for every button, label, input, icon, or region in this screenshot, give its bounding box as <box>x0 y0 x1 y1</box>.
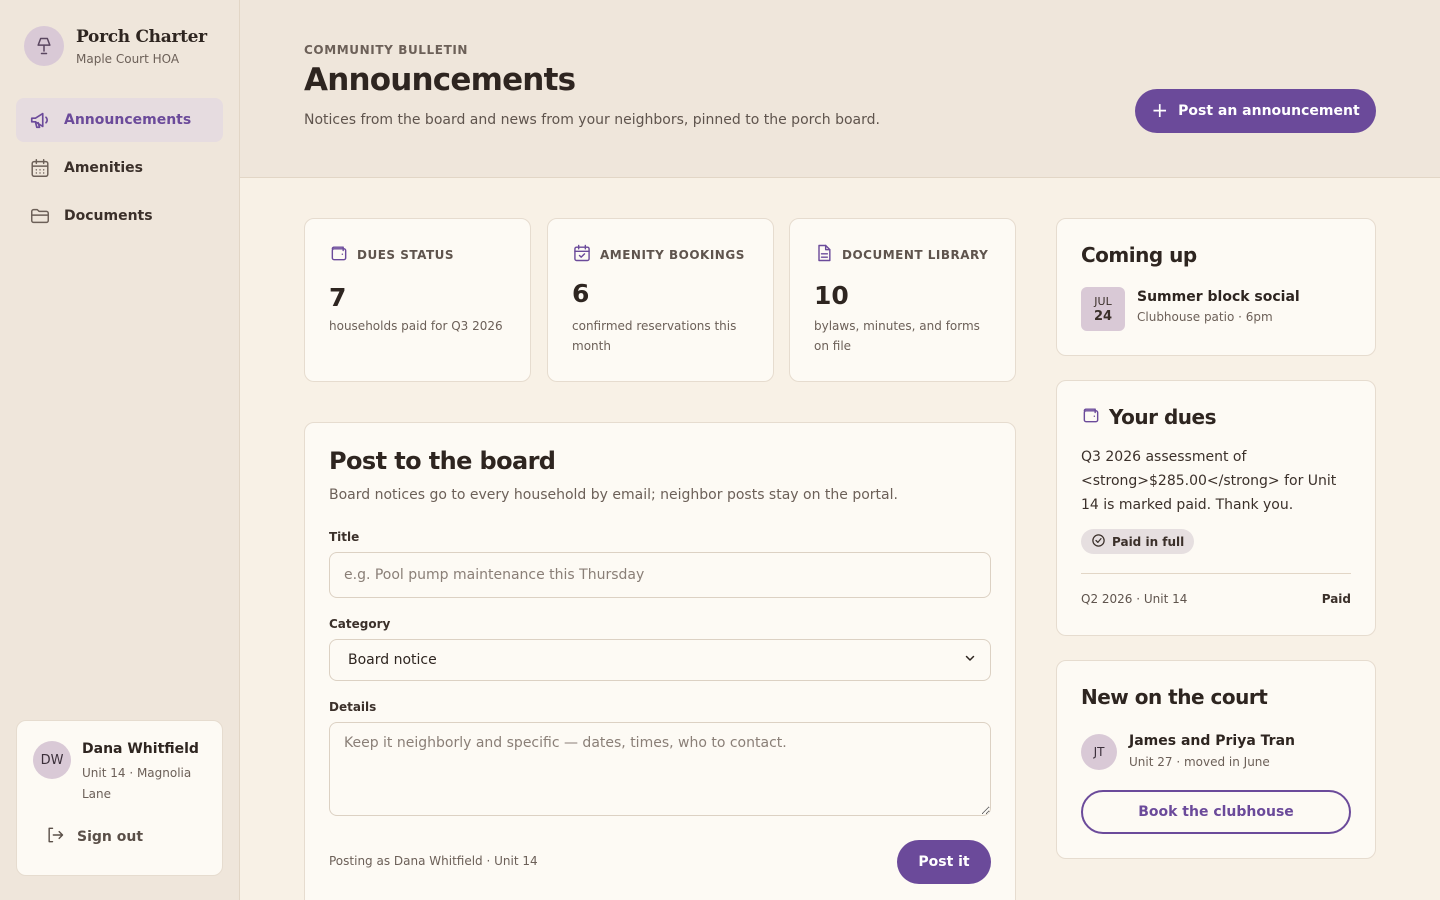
event-day: 24 <box>1093 308 1113 324</box>
post-announcement-label: Post an announcement <box>1178 103 1360 119</box>
calendar-check-icon <box>572 243 592 267</box>
stat-value: 10 <box>814 281 849 310</box>
stat-card-document-library: DOCUMENT LIBRARY 10 bylaws, minutes, and… <box>789 218 1016 382</box>
stat-label: AMENITY BOOKINGS <box>600 248 745 262</box>
user-unit: Unit 14 · Magnolia Lane <box>82 766 192 801</box>
stat-label: DOCUMENT LIBRARY <box>842 248 989 262</box>
sidebar-item-label: Documents <box>64 208 153 224</box>
coming-up-card: Coming up JUL 24 Summer block social Clu… <box>1056 218 1376 356</box>
event-subtitle: Clubhouse patio · 6pm <box>1137 310 1273 324</box>
stat-value: 6 <box>572 279 590 308</box>
sign-out-icon <box>45 825 65 849</box>
status-badge-label: Paid in full <box>1112 534 1185 549</box>
sidebar-item-label: Announcements <box>64 112 192 128</box>
category-select-value: Board notice <box>348 652 437 668</box>
sidebar-item-label: Amenities <box>64 160 144 176</box>
title-field-label: Title <box>329 530 360 544</box>
dues-card: Your dues Q3 2026 assessment of <strong>… <box>1056 380 1376 636</box>
brand-subtitle: Maple Court HOA <box>76 51 180 66</box>
user-name: Dana Whitfield <box>82 741 199 757</box>
post-it-button[interactable]: Post it <box>897 840 991 884</box>
form-subtitle: Board notices go to every household by e… <box>329 487 898 503</box>
page-eyebrow: COMMUNITY BULLETIN <box>304 43 469 57</box>
wallet-icon <box>329 243 349 267</box>
sidebar-nav: Announcements Amenities Documents <box>16 98 223 242</box>
dues-history-status: Paid <box>1321 592 1351 606</box>
event-date-badge: JUL 24 <box>1081 287 1125 331</box>
megaphone-icon <box>28 108 52 132</box>
stat-description: households paid for Q3 2026 <box>329 319 503 333</box>
check-circle-icon <box>1091 533 1106 551</box>
sign-out-label: Sign out <box>77 829 144 845</box>
plus-icon: + <box>1151 98 1169 122</box>
divider <box>1081 573 1351 574</box>
page-description: Notices from the board and news from you… <box>304 112 880 128</box>
sidebar-item-announcements[interactable]: Announcements <box>16 98 223 142</box>
calendar-icon <box>28 156 52 180</box>
chevron-down-icon <box>964 652 976 668</box>
sidebar-item-amenities[interactable]: Amenities <box>16 146 223 190</box>
post-announcement-button[interactable]: + Post an announcement <box>1135 89 1376 133</box>
form-title: Post to the board <box>329 447 556 475</box>
folder-icon <box>28 204 52 228</box>
dues-text: Q3 2026 assessment of <strong>$285.00</s… <box>1081 449 1337 513</box>
new-neighbors-title: New on the court <box>1081 685 1268 709</box>
event-title[interactable]: Summer block social <box>1137 289 1300 305</box>
document-icon <box>814 243 834 267</box>
sidebar-item-documents[interactable]: Documents <box>16 194 223 238</box>
new-neighbors-card: New on the court JT James and Priya Tran… <box>1056 660 1376 859</box>
stat-card-dues: DUES STATUS 7 households paid for Q3 202… <box>304 218 531 382</box>
book-clubhouse-button[interactable]: Book the clubhouse <box>1081 790 1351 834</box>
stat-label: DUES STATUS <box>357 248 455 262</box>
title-input[interactable] <box>329 552 991 598</box>
page-title: Announcements <box>304 62 576 98</box>
category-select[interactable]: Board notice <box>329 639 991 681</box>
avatar: DW <box>33 741 71 779</box>
category-field-label: Category <box>329 617 391 631</box>
neighbor-name: James and Priya Tran <box>1129 733 1295 749</box>
page-header: COMMUNITY BULLETIN Announcements Notices… <box>240 0 1440 178</box>
status-badge: Paid in full <box>1081 529 1195 554</box>
details-field-label: Details <box>329 700 377 714</box>
brand[interactable]: Porch Charter Maple Court HOA <box>24 26 207 66</box>
coming-up-title: Coming up <box>1081 243 1197 267</box>
stat-description: confirmed reservations this month <box>572 319 737 353</box>
wallet-icon <box>1081 405 1101 429</box>
sidebar: Porch Charter Maple Court HOA Announceme… <box>0 0 240 900</box>
sign-out-button[interactable]: Sign out <box>45 825 143 849</box>
lamp-icon <box>24 26 64 66</box>
event-month: JUL <box>1094 294 1112 308</box>
user-card: DW Dana Whitfield Unit 14 · Magnolia Lan… <box>16 720 223 876</box>
stat-card-amenity-bookings: AMENITY BOOKINGS 6 confirmed reservation… <box>547 218 774 382</box>
avatar: JT <box>1081 734 1117 770</box>
dues-title: Your dues <box>1109 405 1216 429</box>
details-textarea[interactable] <box>329 722 991 816</box>
post-form-card: Post to the board Board notices go to ev… <box>304 422 1016 900</box>
brand-name: Porch Charter <box>76 26 207 47</box>
stat-value: 7 <box>329 283 347 312</box>
neighbor-subtitle: Unit 27 · moved in June <box>1129 755 1270 769</box>
stat-description: bylaws, minutes, and forms on file <box>814 319 980 353</box>
dues-history-label: Q2 2026 · Unit 14 <box>1081 592 1188 606</box>
posting-as-text: Posting as Dana Whitfield · Unit 14 <box>329 854 538 868</box>
